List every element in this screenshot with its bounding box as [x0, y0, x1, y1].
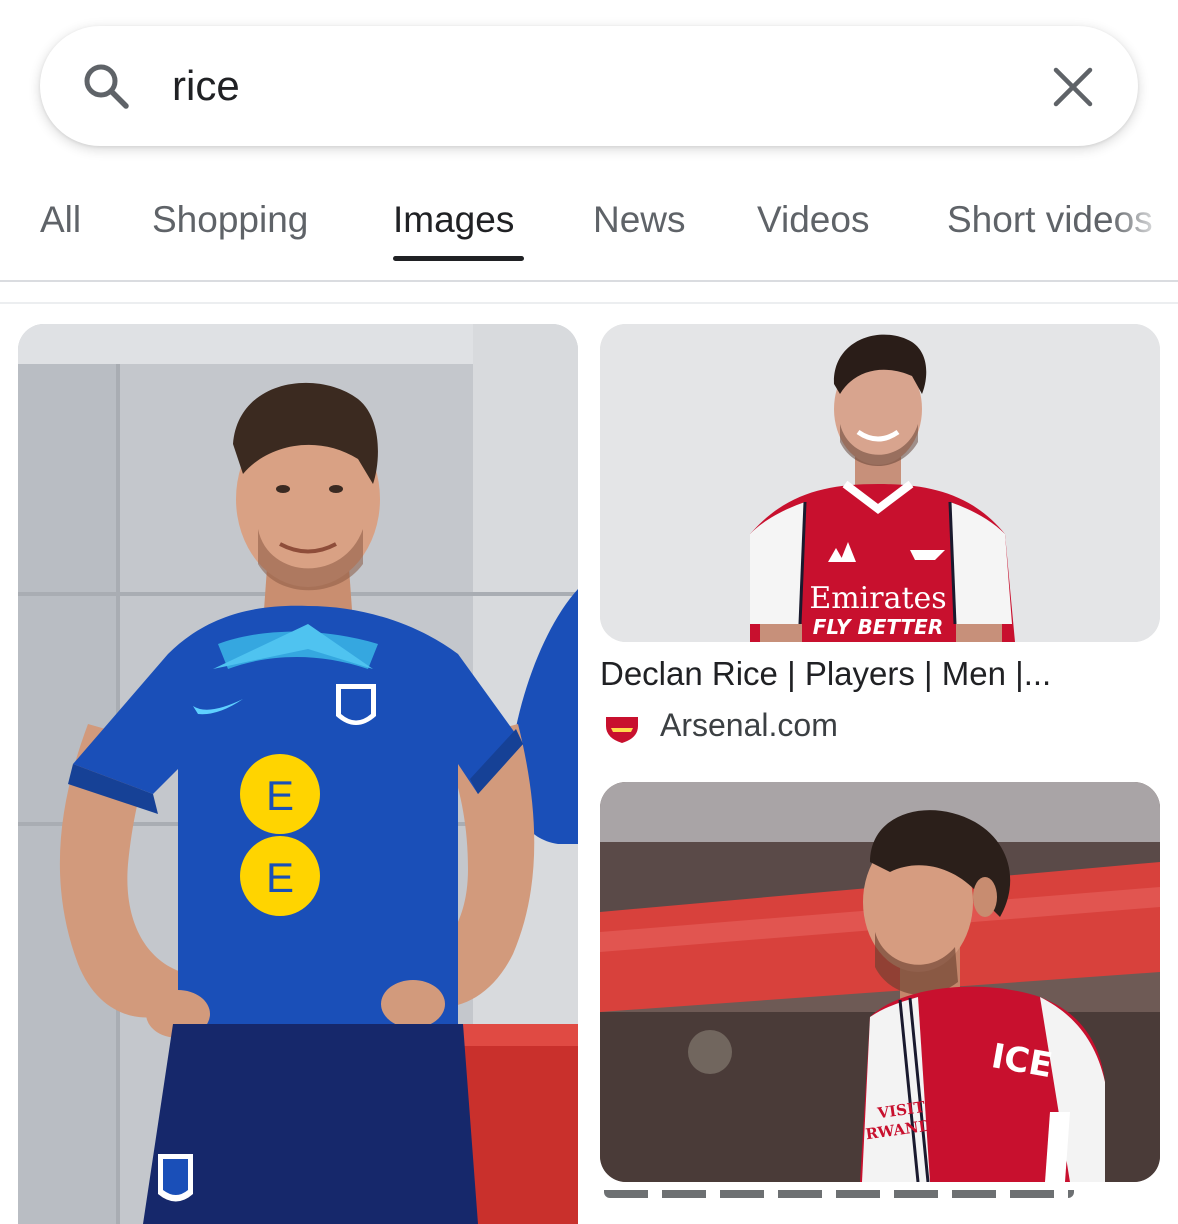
- arsenal-portrait-photo: Emirates FLY BETTER: [600, 324, 1160, 642]
- arsenal-crest-icon: [606, 708, 638, 743]
- image-result-england-training[interactable]: E E: [18, 324, 578, 1224]
- tab-videos[interactable]: Videos: [757, 180, 869, 260]
- arsenal-match-photo: ICE VISIT RWANDA: [600, 782, 1160, 1182]
- tab-news[interactable]: News: [593, 180, 686, 260]
- search-icon[interactable]: [80, 60, 132, 112]
- image-result-arsenal-match[interactable]: ICE VISIT RWANDA: [600, 782, 1160, 1182]
- result-caption-clipped: [604, 1190, 1104, 1200]
- tab-images[interactable]: Images: [393, 180, 514, 260]
- tab-shopping[interactable]: Shopping: [152, 180, 308, 260]
- svg-text:E: E: [266, 854, 294, 901]
- tab-scroll-fade: [1110, 188, 1178, 258]
- tabs-divider: [0, 280, 1178, 282]
- content-divider: [0, 302, 1178, 304]
- svg-text:FLY BETTER: FLY BETTER: [813, 615, 943, 639]
- tab-all[interactable]: All: [40, 180, 81, 260]
- active-tab-indicator: [393, 256, 524, 261]
- search-tabs: All Shopping Images News Videos Short vi…: [0, 180, 1178, 280]
- source-domain: Arsenal.com: [660, 707, 838, 743]
- england-training-photo: E E: [18, 324, 578, 1224]
- close-icon[interactable]: [1050, 64, 1096, 110]
- svg-text:E: E: [266, 772, 294, 819]
- search-input[interactable]: rice: [172, 60, 240, 112]
- result-title-arsenal[interactable]: Declan Rice | Players | Men |...: [600, 650, 1160, 698]
- svg-text:Emirates: Emirates: [809, 581, 946, 616]
- image-result-arsenal-portrait[interactable]: Emirates FLY BETTER: [600, 324, 1160, 642]
